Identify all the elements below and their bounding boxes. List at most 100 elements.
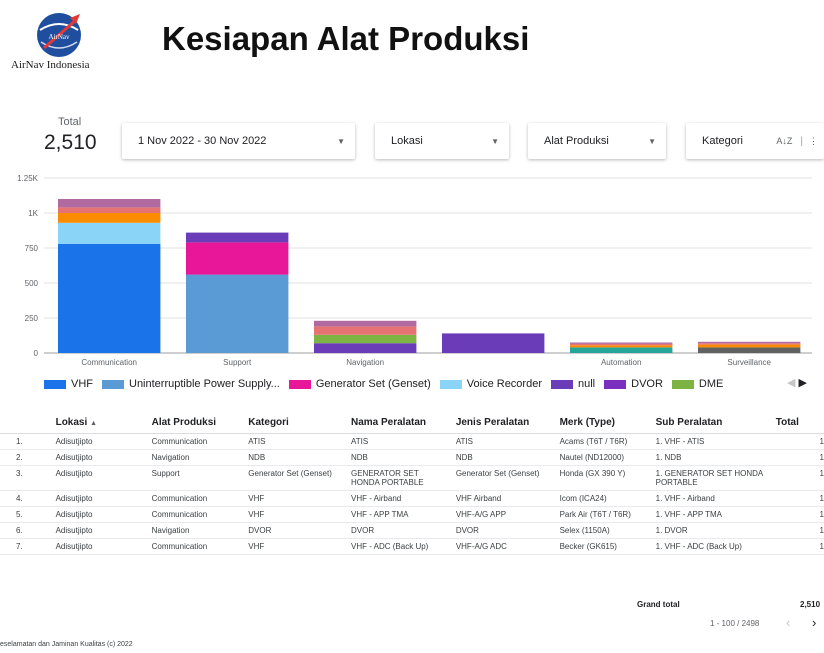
legend-prev-button[interactable]: ◀ <box>787 377 795 389</box>
bar-segment[interactable] <box>570 347 673 353</box>
table-cell: Navigation <box>151 449 249 466</box>
table-cell: ATIS <box>248 433 351 450</box>
x-tick-label: Support <box>223 358 252 367</box>
col-header-total[interactable]: Total <box>775 411 824 434</box>
bar-segment[interactable] <box>442 333 545 353</box>
bar-segment[interactable] <box>186 242 289 275</box>
table-cell: Adisutjipto <box>55 465 152 491</box>
bar-segment[interactable] <box>698 344 801 348</box>
kategori-filter[interactable]: Kategori A↓Z | ⋮ <box>686 123 824 159</box>
table-cell: VHF - ADC (Back Up) <box>350 538 456 555</box>
table-cell: VHF Airband <box>455 490 560 507</box>
table-cell: Nautel (ND12000) <box>559 449 656 466</box>
table-cell: 1 <box>775 465 824 491</box>
y-tick-label: 750 <box>25 244 39 253</box>
footer-text: eselamatan dan Jaminan Kualitas (c) 2022 <box>0 641 133 648</box>
alat-produksi-filter[interactable]: Alat Produksi ▼ <box>528 123 666 159</box>
legend-item[interactable]: DVOR <box>604 378 663 390</box>
table-row[interactable]: 2. Adisutjipto Navigation NDB NDB NDB Nautel (… <box>0 449 824 466</box>
col-header-index <box>0 411 56 434</box>
pager-prev-button[interactable]: ‹ <box>786 615 790 630</box>
table-cell: 1. <box>0 433 56 450</box>
table-cell: Support <box>151 465 249 491</box>
more-vert-icon[interactable]: ⋮ <box>809 136 818 147</box>
table-row[interactable]: 5. Adisutjipto Communication VHF VHF - APP T… <box>0 506 824 523</box>
table-cell: Adisutjipto <box>55 538 152 555</box>
bar-segment[interactable] <box>186 232 289 243</box>
col-header-kategori[interactable]: Kategori <box>248 411 351 434</box>
legend-swatch <box>604 379 627 389</box>
table-cell: NDB <box>248 449 351 466</box>
legend-item[interactable]: VHF <box>44 378 93 390</box>
bar-segment[interactable] <box>58 213 161 223</box>
legend-swatch <box>551 379 573 389</box>
stacked-bar-chart: 0 250 500 750 1K 1.25K Communication Support Nav… <box>17 174 812 367</box>
bar-segment[interactable] <box>698 347 801 353</box>
table-cell: 1. VHF - ADC (Back Up) <box>655 538 776 555</box>
table-cell: 1. VHF - ATIS <box>655 433 776 450</box>
table-cell: VHF <box>248 538 351 555</box>
sort-az-icon[interactable]: A↓Z <box>776 136 792 146</box>
legend-item[interactable]: Uninterruptible Power Supply... <box>102 378 280 390</box>
legend-item[interactable]: Voice Recorder <box>439 378 542 390</box>
y-tick-label: 1.25K <box>17 174 39 183</box>
bar-segment[interactable] <box>58 199 161 208</box>
grand-total-value: 2,510 <box>800 600 821 609</box>
table-cell: Becker (GK615) <box>559 538 656 555</box>
table-row[interactable]: 3. Adisutjipto Support Generator Set (Gense… <box>0 465 824 491</box>
svg-text:AirNav: AirNav <box>49 33 70 41</box>
bar-segment[interactable] <box>314 320 417 327</box>
bar-segment[interactable] <box>570 343 673 346</box>
date-range-filter[interactable]: 1 Nov 2022 - 30 Nov 2022 ▼ <box>122 123 355 159</box>
table-cell: 1 <box>775 490 824 507</box>
legend-item[interactable]: DME <box>671 378 723 390</box>
bar-segment[interactable] <box>58 207 161 213</box>
col-header-jenis-peralatan[interactable]: Jenis Peralatan <box>455 411 560 434</box>
bar-segment[interactable] <box>698 343 801 345</box>
table-cell: GENERATOR SET HONDA PORTABLE <box>350 465 456 491</box>
pager-next-button[interactable]: › <box>812 615 816 630</box>
col-header-alat-produksi[interactable]: Alat Produksi <box>151 411 249 434</box>
table-row[interactable]: 7. Adisutjipto Communication VHF VHF - ADC (… <box>0 538 824 555</box>
airnav-logo-text: AirNav Indonesia <box>11 59 90 71</box>
col-header-nama-peralatan[interactable]: Nama Peralatan <box>350 411 456 434</box>
col-header-merk[interactable]: Merk (Type) <box>559 411 656 434</box>
table-row[interactable]: 4. Adisutjipto Communication VHF VHF - Airba… <box>0 490 824 507</box>
table-cell: Generator Set (Genset) <box>455 465 560 491</box>
legend-item[interactable]: Generator Set (Genset) <box>288 378 431 390</box>
table-cell: 6. <box>0 522 56 539</box>
table-row[interactable]: 1. Adisutjipto Communication ATIS ATIS ATIS Ac… <box>0 433 824 450</box>
table-cell: ATIS <box>350 433 456 450</box>
bar-segment[interactable] <box>314 334 417 344</box>
table-cell: NDB <box>455 449 560 466</box>
table-cell: DVOR <box>350 522 456 539</box>
bar-segment[interactable] <box>58 243 161 353</box>
bar-segment[interactable] <box>570 342 673 344</box>
table-cell: VHF - APP TMA <box>350 506 456 523</box>
col-header-lokasi[interactable]: Lokasi ▲ <box>55 411 152 434</box>
y-tick-label: 1K <box>28 209 38 218</box>
sort-asc-icon: ▲ <box>90 419 97 427</box>
legend-label: Voice Recorder <box>466 378 542 390</box>
table-row[interactable]: 6. Adisutjipto Navigation DVOR DVOR DVOR Selex… <box>0 522 824 539</box>
bar-segment[interactable] <box>186 274 289 353</box>
lokasi-filter[interactable]: Lokasi ▼ <box>375 123 509 159</box>
table-cell: Communication <box>151 433 249 450</box>
table-cell: 1 <box>775 506 824 523</box>
table-cell: 1. VHF - APP TMA <box>655 506 776 523</box>
total-value: 2,510 <box>44 131 97 154</box>
table-cell: Navigation <box>151 522 249 539</box>
bar-segment[interactable] <box>570 345 673 348</box>
page-title: Kesiapan Alat Produksi <box>162 20 530 57</box>
bar-segment[interactable] <box>698 341 801 344</box>
bar-segment[interactable] <box>314 326 417 335</box>
table-cell: Selex (1150A) <box>559 522 656 539</box>
bar-segment[interactable] <box>58 222 161 244</box>
bar-segment[interactable] <box>314 343 417 353</box>
legend-label: Generator Set (Genset) <box>315 378 431 390</box>
col-header-sub-peralatan[interactable]: Sub Peralatan <box>655 411 776 434</box>
table-cell: Adisutjipto <box>55 522 152 539</box>
legend-next-button[interactable]: ▶ <box>799 377 807 389</box>
legend-item[interactable]: null <box>551 378 595 390</box>
table-cell: VHF-A/G APP <box>455 506 560 523</box>
